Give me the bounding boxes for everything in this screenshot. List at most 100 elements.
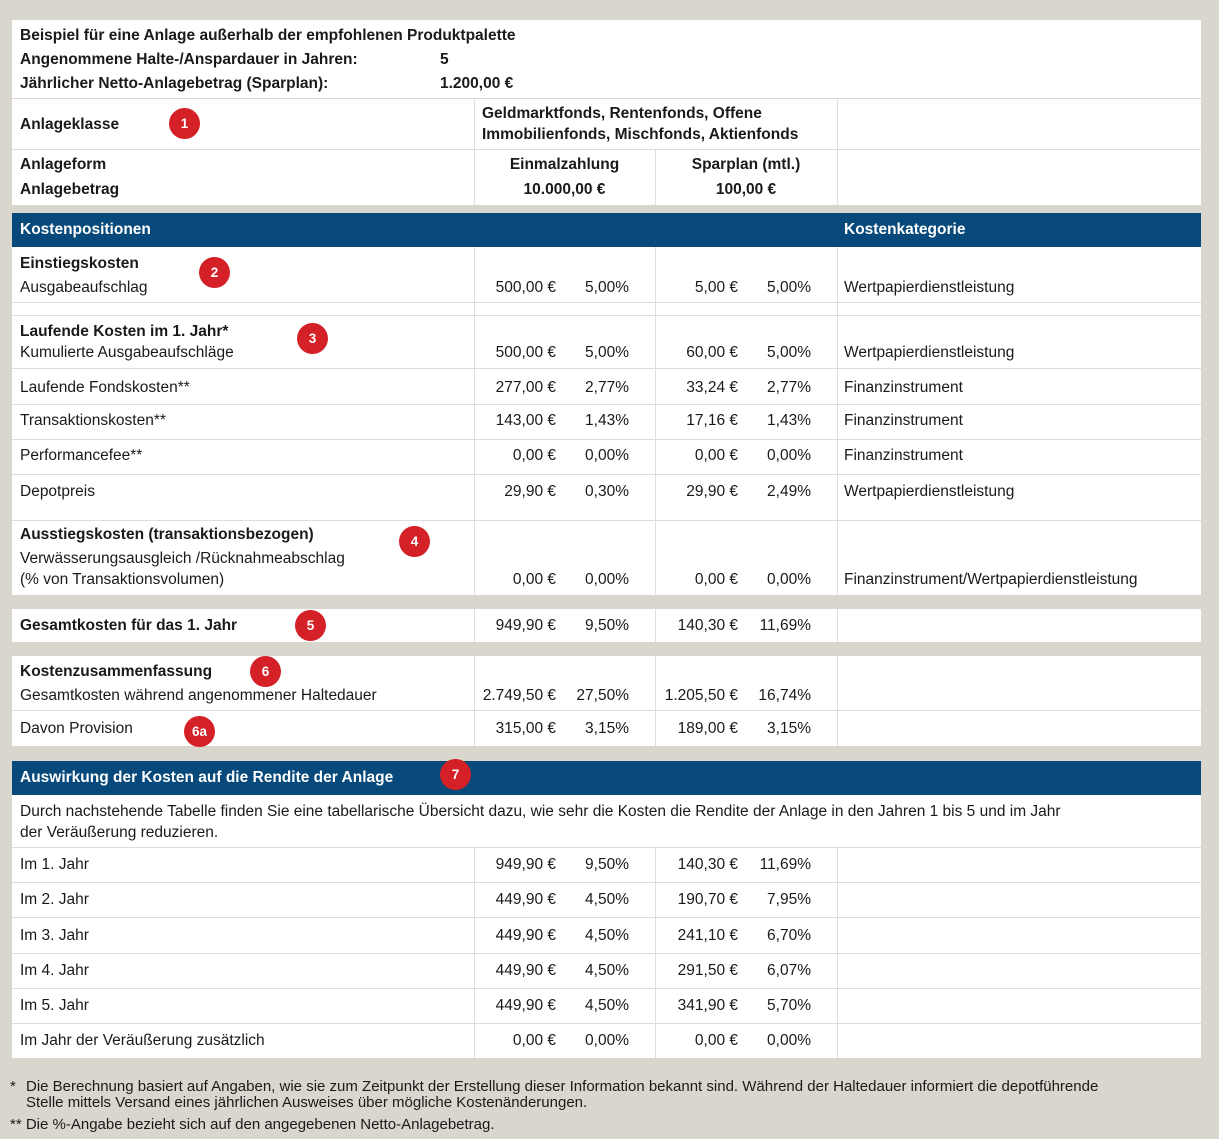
plan-percent: 5,00% bbox=[767, 279, 811, 296]
single-amount: 0,00 € bbox=[512, 447, 556, 464]
asset-amount-label: Anlagebetrag bbox=[20, 181, 120, 198]
total-label: Gesamtkosten für das 1. Jahr bbox=[20, 617, 238, 634]
badge-6a: 6a bbox=[184, 716, 215, 747]
single-percent: 0,00% bbox=[585, 447, 629, 464]
badge-7: 7 bbox=[440, 759, 471, 790]
summary-heading: Kostenzusammenfassung bbox=[20, 663, 213, 680]
plan-amount: 291,50 € bbox=[677, 962, 738, 979]
row-label: Im 5. Jahr bbox=[20, 997, 89, 1014]
plan-percent: 1,43% bbox=[767, 412, 811, 429]
cost-row: Performancefee** 0,00 € 0,00% 0,00 € 0,0… bbox=[12, 446, 1201, 466]
row-label: Im 3. Jahr bbox=[20, 927, 89, 944]
plan-amount: 190,70 € bbox=[677, 891, 738, 908]
duration-label: Angenommene Halte-/Anspardauer in Jahren… bbox=[20, 51, 358, 68]
row-label: Im 4. Jahr bbox=[20, 962, 89, 979]
plan-percent: 3,15% bbox=[767, 720, 811, 737]
footnote-star-line2: Stelle mittels Versand eines jährlichen … bbox=[26, 1094, 588, 1111]
plan-amount: 341,90 € bbox=[677, 997, 738, 1014]
total-single-amount: 949,90 € bbox=[495, 617, 556, 634]
plan-percent: 11,69% bbox=[759, 856, 811, 873]
impact-description-2: der Veräußerung reduzieren. bbox=[20, 824, 219, 841]
plan-percent: 0,00% bbox=[767, 447, 811, 464]
total-plan-amount: 140,30 € bbox=[677, 617, 738, 634]
badge-3: 3 bbox=[297, 323, 328, 354]
plan-percent: 2,49% bbox=[767, 483, 811, 500]
single-payment-label: Einmalzahlung bbox=[509, 156, 620, 173]
badge-2: 2 bbox=[199, 257, 230, 288]
footnote-double-star: ** Die %-Angabe bezieht sich auf den ang… bbox=[10, 1116, 495, 1133]
entry-costs-heading: Einstiegskosten bbox=[20, 255, 139, 272]
cost-positions-box: Einstiegskosten Laufende Kosten im 1. Ja… bbox=[12, 247, 1201, 595]
plan-amount: 0,00 € bbox=[694, 571, 738, 588]
impact-box: Durch nachstehende Tabelle finden Sie ei… bbox=[12, 795, 1201, 1058]
header-box: Beispiel für eine Anlage außerhalb der e… bbox=[12, 20, 1201, 98]
row-label: Ausgabeaufschlag bbox=[20, 279, 148, 296]
plan-amount: 241,10 € bbox=[677, 927, 738, 944]
single-amount: 949,90 € bbox=[495, 856, 556, 873]
exit-costs-heading: Ausstiegskosten (transaktionsbezogen) bbox=[20, 526, 314, 543]
page-title: Beispiel für eine Anlage außerhalb der e… bbox=[20, 27, 516, 44]
row-label: Im 1. Jahr bbox=[20, 856, 89, 873]
single-amount: 315,00 € bbox=[495, 720, 556, 737]
impact-header-band: Auswirkung der Kosten auf die Rendite de… bbox=[12, 761, 1201, 795]
single-percent: 5,00% bbox=[585, 344, 629, 361]
single-percent: 2,77% bbox=[585, 379, 629, 396]
single-percent: 4,50% bbox=[585, 962, 629, 979]
plan-amount: 17,16 € bbox=[686, 412, 738, 429]
single-amount: 449,90 € bbox=[495, 891, 556, 908]
asset-class-value-2: Immobilienfonds, Mischfonds, Aktienfonds bbox=[482, 126, 799, 143]
costs-header-right: Kostenkategorie bbox=[844, 221, 966, 238]
costs-header-band: Kostenpositionen Kostenkategorie bbox=[12, 213, 1201, 247]
row-label: Kumulierte Ausgabeaufschläge bbox=[20, 344, 234, 361]
cost-row: Laufende Fondskosten** 277,00 € 2,77% 33… bbox=[12, 378, 1201, 398]
footnote-star-line1: Die Berechnung basiert auf Angaben, wie … bbox=[26, 1078, 1099, 1095]
single-percent: 3,15% bbox=[585, 720, 629, 737]
single-amount: 500,00 € bbox=[495, 344, 556, 361]
plan-percent: 5,00% bbox=[767, 344, 811, 361]
cost-category: Wertpapierdienstleistung bbox=[844, 483, 1015, 500]
impact-description-1: Durch nachstehende Tabelle finden Sie ei… bbox=[20, 803, 1061, 820]
single-amount: 2.749,50 € bbox=[482, 687, 556, 704]
single-percent: 4,50% bbox=[585, 927, 629, 944]
total-single-percent: 9,50% bbox=[585, 617, 629, 634]
single-amount: 449,90 € bbox=[495, 927, 556, 944]
impact-row: Im 3. Jahr 449,90 € 4,50% 241,10 € 6,70% bbox=[12, 926, 1201, 946]
impact-row: Im Jahr der Veräußerung zusätzlich 0,00 … bbox=[12, 1031, 1201, 1051]
single-percent: 0,30% bbox=[585, 483, 629, 500]
single-amount: 277,00 € bbox=[495, 379, 556, 396]
cost-category: Finanzinstrument bbox=[844, 379, 963, 396]
badge-1: 1 bbox=[169, 108, 200, 139]
badge-4: 4 bbox=[399, 526, 430, 557]
plan-percent: 6,70% bbox=[767, 927, 811, 944]
plan-percent: 16,74% bbox=[758, 687, 811, 704]
single-percent: 4,50% bbox=[585, 997, 629, 1014]
single-percent: 1,43% bbox=[585, 412, 629, 429]
single-percent: 0,00% bbox=[585, 571, 629, 588]
single-percent: 27,50% bbox=[576, 687, 629, 704]
savings-plan-label: Sparplan (mtl.) bbox=[691, 156, 801, 173]
badge-6: 6 bbox=[250, 656, 281, 687]
single-amount: 0,00 € bbox=[512, 571, 556, 588]
row-label: Performancefee** bbox=[20, 447, 143, 464]
row-label: Im Jahr der Veräußerung zusätzlich bbox=[20, 1032, 265, 1049]
plan-percent: 7,95% bbox=[767, 891, 811, 908]
plan-amount: 29,90 € bbox=[686, 483, 738, 500]
row-label-line2: (% von Transaktionsvolumen) bbox=[20, 571, 225, 588]
plan-percent: 0,00% bbox=[767, 1032, 811, 1049]
row-label: Gesamtkosten während angenommener Halted… bbox=[20, 687, 377, 704]
impact-row: Im 4. Jahr 449,90 € 4,50% 291,50 € 6,07% bbox=[12, 961, 1201, 981]
cost-category: Finanzinstrument bbox=[844, 412, 963, 429]
single-percent: 9,50% bbox=[585, 856, 629, 873]
single-percent: 0,00% bbox=[585, 1032, 629, 1049]
savings-plan-amount: 100,00 € bbox=[715, 181, 777, 198]
plan-amount: 189,00 € bbox=[677, 720, 738, 737]
single-payment-amount: 10.000,00 € bbox=[523, 181, 606, 198]
single-amount: 449,90 € bbox=[495, 962, 556, 979]
row-label: Transaktionskosten** bbox=[20, 412, 166, 429]
row-label: Verwässerungsausgleich /Rücknahmeabschla… bbox=[20, 550, 345, 567]
impact-row: Im 5. Jahr 449,90 € 4,50% 341,90 € 5,70% bbox=[12, 996, 1201, 1016]
plan-amount: 5,00 € bbox=[694, 279, 738, 296]
total-box: Gesamtkosten für das 1. Jahr 949,90 € 9,… bbox=[12, 609, 1201, 642]
plan-percent: 0,00% bbox=[767, 571, 811, 588]
single-percent: 5,00% bbox=[585, 279, 629, 296]
